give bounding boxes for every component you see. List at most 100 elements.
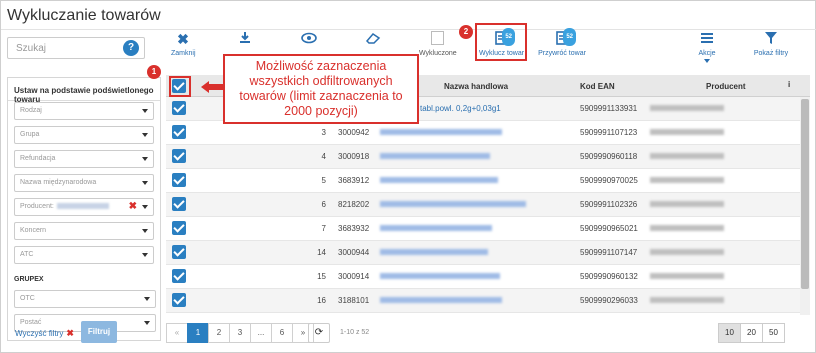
close-button[interactable]: ✖ Zamknij (171, 31, 196, 57)
table-row[interactable]: 4 3000918 5909990960118 (166, 145, 800, 169)
ean-cell: 5909990970025 (580, 176, 638, 185)
chevron-down-icon (142, 133, 148, 137)
table-row[interactable]: 15 3000914 5909990960132 (166, 265, 800, 289)
code-cell: 3000918 (338, 152, 370, 161)
code-cell: 3683932 (338, 224, 370, 233)
filter-grupa[interactable]: Grupa (14, 126, 154, 144)
table-row[interactable]: 6 8218202 5909991102326 (166, 193, 800, 217)
restore-button[interactable]: 52 Przywróć towar (538, 28, 586, 57)
page-size-10[interactable]: 10 (718, 323, 741, 343)
lp-cell: 7 (321, 224, 326, 233)
blurred-name[interactable] (380, 201, 526, 207)
chevron-down-icon (142, 181, 148, 185)
blurred-name[interactable] (380, 297, 502, 303)
exclude-button[interactable]: 52 Wyklucz towar (479, 28, 524, 57)
page-button-1[interactable]: 1 (187, 323, 209, 343)
ean-cell: 5909990960132 (580, 272, 638, 281)
blurred-name[interactable] (380, 225, 492, 231)
clear-filters-link[interactable]: Wyczyść filtry ✖ (15, 328, 74, 339)
download-button[interactable] (235, 31, 255, 50)
highlight-frame (169, 76, 191, 97)
row-checkbox[interactable] (172, 269, 186, 283)
excluded-toggle[interactable]: Wykluczone (419, 31, 457, 57)
eraser-icon (363, 31, 383, 47)
clear-icon[interactable]: ✖ (129, 201, 137, 212)
filter-icon (751, 31, 791, 47)
filter-label: Nazwa międzynarodowa (20, 179, 97, 186)
refresh-button[interactable]: ⟳ (308, 323, 330, 343)
eye-icon (299, 31, 319, 47)
count-badge: 52 (502, 28, 515, 46)
filter-nazwa-miedzynarodowa[interactable]: Nazwa międzynarodowa (14, 174, 154, 192)
filter-refundacja[interactable]: Refundacja (14, 150, 154, 168)
table-row[interactable]: 3 3000942 5909991107123 (166, 121, 800, 145)
eraser-button[interactable] (363, 31, 383, 50)
filter-producent[interactable]: Producent: ✖ (14, 198, 154, 216)
blurred-name[interactable] (380, 273, 500, 279)
filter-label: Koncern (20, 227, 47, 234)
ean-cell: 5909991133931 (580, 104, 638, 113)
col-name-header[interactable]: Nazwa handlowa (444, 82, 508, 91)
blurred-name[interactable] (380, 129, 502, 135)
filter-otc[interactable]: OTC (14, 290, 156, 308)
page-button-2[interactable]: 2 (208, 323, 230, 343)
clear-filters-label: Wyczyść filtry (15, 329, 64, 338)
row-checkbox[interactable] (172, 125, 186, 139)
row-checkbox[interactable] (172, 221, 186, 235)
actions-menu[interactable]: Akcje (695, 31, 719, 63)
restore-label: Przywróć towar (538, 50, 586, 57)
show-filters-label: Pokaż filtry (753, 50, 789, 57)
filter-button[interactable]: Filtruj (81, 321, 117, 343)
row-checkbox[interactable] (172, 245, 186, 259)
row-checkbox[interactable] (172, 197, 186, 211)
page-size-50[interactable]: 50 (762, 323, 785, 343)
pagination: « 1 2 3 ... 6 » (166, 323, 314, 343)
product-name[interactable]: tabl.powl. 0,2g+0,03g1 (420, 104, 501, 113)
close-label: Zamknij (171, 50, 196, 57)
prev-page-button[interactable]: « (166, 323, 188, 343)
table-row[interactable]: 7 3683932 5909990965021 (166, 217, 800, 241)
info-icon[interactable]: i (788, 80, 790, 89)
excluded-label: Wykluczone (419, 50, 457, 57)
blurred-name[interactable] (380, 177, 498, 183)
view-button[interactable] (299, 31, 319, 50)
close-icon: ✖ (66, 328, 74, 338)
col-producer-header[interactable]: Producent (706, 82, 746, 91)
lp-cell: 14 (317, 248, 326, 257)
blurred-name[interactable] (380, 249, 488, 255)
chevron-down-icon (144, 297, 150, 301)
filter-rodzaj[interactable]: Rodzaj (14, 102, 154, 120)
table-row[interactable]: 16 3188101 5909990296033 (166, 289, 800, 313)
row-checkbox[interactable] (172, 101, 186, 115)
table-row[interactable]: 5 3683912 5909990970025 (166, 169, 800, 193)
page-title: Wykluczanie towarów (7, 7, 161, 24)
blurred-value (56, 203, 109, 210)
chevron-down-icon (704, 59, 710, 63)
chevron-down-icon (142, 157, 148, 161)
page-button-3[interactable]: 3 (229, 323, 251, 343)
help-icon[interactable]: ? (123, 40, 139, 56)
show-filters-button[interactable]: Pokaż filtry (751, 31, 791, 57)
scrollbar-thumb[interactable] (801, 99, 809, 289)
filter-label: Grupa (20, 131, 40, 138)
table-row[interactable]: 14 3000944 5909991107147 (166, 241, 800, 265)
blurred-producer (650, 153, 724, 159)
filter-atc[interactable]: ATC (14, 246, 154, 264)
blurred-name[interactable] (380, 153, 490, 159)
filter-label: ATC (20, 251, 34, 258)
row-checkbox[interactable] (172, 293, 186, 307)
row-checkbox[interactable] (172, 149, 186, 163)
lp-cell: 3 (321, 128, 326, 137)
row-checkbox[interactable] (172, 173, 186, 187)
blurred-producer (650, 177, 724, 183)
ean-cell: 5909990296033 (580, 296, 638, 305)
lp-cell: 5 (321, 176, 326, 185)
filter-koncern[interactable]: Koncern (14, 222, 154, 240)
vertical-scrollbar[interactable] (800, 97, 810, 315)
blurred-producer (650, 249, 724, 255)
col-ean-header[interactable]: Kod EAN (580, 82, 615, 91)
chevron-down-icon (142, 253, 148, 257)
page-size-20[interactable]: 20 (740, 323, 763, 343)
page-button-6[interactable]: 6 (271, 323, 293, 343)
filter-label: Producent: (20, 203, 54, 210)
